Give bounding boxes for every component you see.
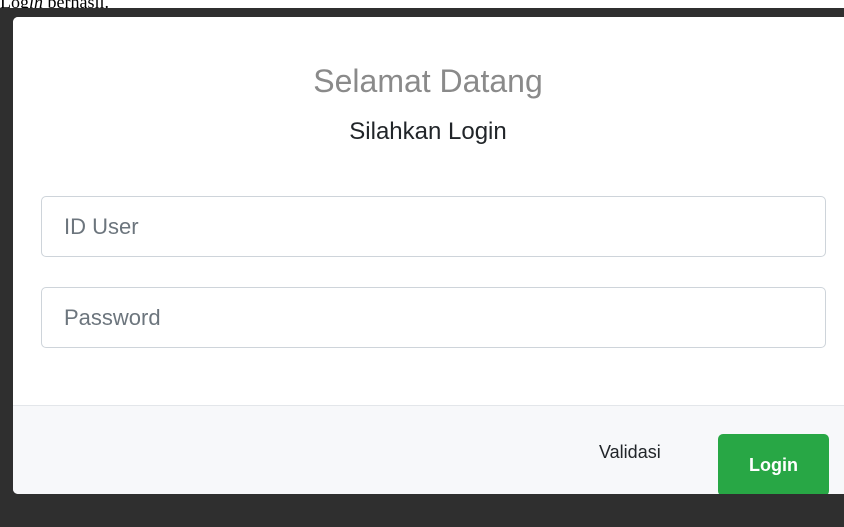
welcome-title: Selamat Datang xyxy=(313,63,543,99)
password-input[interactable] xyxy=(41,287,826,348)
login-modal: Selamat Datang Silahkan Login Validasi L… xyxy=(13,17,844,494)
page: Login berhasil. Selamat Datang Silahkan … xyxy=(0,0,844,527)
modal-footer: Validasi Login xyxy=(13,405,844,494)
modal-body: Selamat Datang Silahkan Login xyxy=(13,17,844,405)
user-id-input[interactable] xyxy=(41,196,826,257)
validasi-link[interactable]: Validasi xyxy=(599,440,661,464)
login-subtitle: Silahkan Login xyxy=(349,118,507,145)
login-button[interactable]: Login xyxy=(718,434,829,494)
